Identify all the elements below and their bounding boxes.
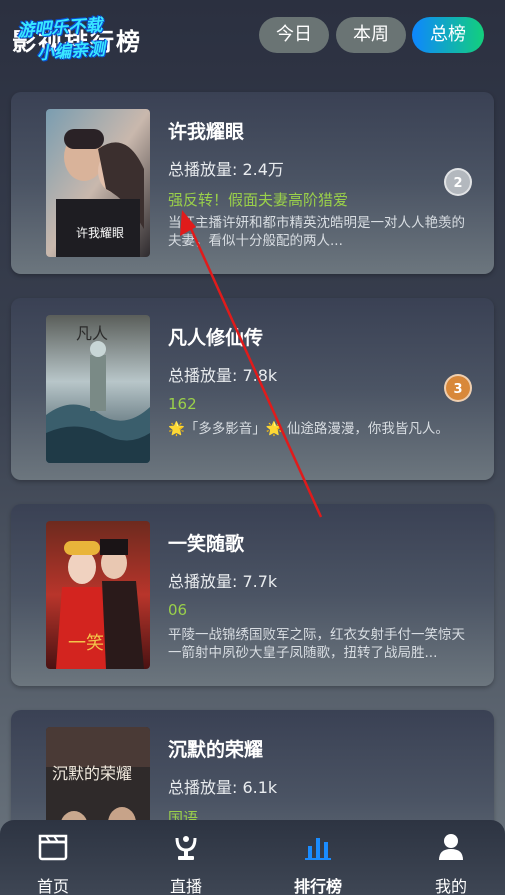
- play-count: 总播放量: 7.8k: [168, 366, 278, 385]
- card-tag: 06: [168, 601, 188, 619]
- ranking-card-1[interactable]: 许我耀眼 许我耀眼 总播放量: 2.4万 强反转！假面夫妻高阶猎爱 当红主播许妍…: [11, 92, 494, 274]
- rank-badge: 3: [444, 374, 472, 402]
- watermark-logo: 游吧乐不载 小编亲测: [16, 8, 147, 69]
- poster-image[interactable]: 凡人: [46, 315, 150, 463]
- nav-mine[interactable]: 我的: [401, 820, 501, 895]
- card-title[interactable]: 沉默的荣耀: [168, 735, 263, 762]
- svg-text:一笑: 一笑: [68, 633, 104, 654]
- nav-label: 直播: [169, 877, 202, 895]
- play-count: 总播放量: 2.4万: [168, 160, 284, 179]
- clapperboard-icon: [38, 834, 68, 861]
- poster-art-2: 凡人: [46, 315, 150, 463]
- bottom-nav: 首页 直播 排行榜 我的: [0, 820, 505, 895]
- user-icon: [439, 834, 463, 860]
- tab-total[interactable]: 总榜: [412, 17, 484, 53]
- svg-text:沉默的荣耀: 沉默的荣耀: [52, 764, 132, 783]
- card-title[interactable]: 一笑随歌: [168, 529, 244, 556]
- tab-today[interactable]: 今日: [259, 17, 329, 53]
- tab-week[interactable]: 本周: [336, 17, 406, 53]
- header: 影视排行榜 游吧乐不载 小编亲测 今日 本周 总榜: [0, 0, 505, 78]
- card-description: 🌟「多多影音」🌟 仙途路漫漫，你我皆凡人。: [168, 421, 449, 437]
- poster-art-1: 许我耀眼: [46, 109, 150, 257]
- poster-image[interactable]: 一笑: [46, 521, 150, 669]
- nav-label: 排行榜: [293, 877, 342, 895]
- play-count: 总播放量: 6.1k: [168, 778, 278, 797]
- card-description: 平陵一战锦绣国败军之际，红衣女射手付一笑惊天一箭射中夙砂大皇子凤随歌，扭转了战局…: [168, 627, 465, 661]
- nav-label: 首页: [36, 877, 69, 895]
- bar-chart-icon: [305, 838, 331, 860]
- card-title[interactable]: 凡人修仙传: [168, 323, 263, 350]
- poster-art-3: 一笑: [46, 521, 150, 669]
- ranking-card-3[interactable]: 一笑 一笑随歌 总播放量: 7.7k 06 平陵一战锦绣国败军之际，红衣女射手付…: [11, 504, 494, 686]
- nav-live[interactable]: 直播: [136, 820, 236, 895]
- card-tag: 强反转！假面夫妻高阶猎爱: [168, 191, 349, 209]
- card-tag: 162: [168, 395, 197, 413]
- nav-home[interactable]: 首页: [3, 820, 103, 895]
- live-award-icon: [175, 836, 197, 860]
- nav-label: 我的: [434, 877, 467, 895]
- card-title[interactable]: 许我耀眼: [168, 117, 244, 144]
- rank-badge: 2: [444, 168, 472, 196]
- card-description: 当红主播许妍和都市精英沈皓明是一对人人艳羡的夫妻，看似十分般配的两人...: [168, 215, 465, 249]
- nav-ranking[interactable]: 排行榜: [268, 820, 368, 895]
- ranking-card-2[interactable]: 凡人 凡人修仙传 总播放量: 7.8k 162 🌟「多多影音」🌟 仙途路漫漫，你…: [11, 298, 494, 480]
- watermark-line2: 小编亲测: [36, 39, 106, 65]
- svg-text:凡人: 凡人: [76, 324, 108, 343]
- play-count: 总播放量: 7.7k: [168, 572, 278, 591]
- poster-image[interactable]: 许我耀眼: [46, 109, 150, 257]
- svg-text:许我耀眼: 许我耀眼: [76, 226, 124, 240]
